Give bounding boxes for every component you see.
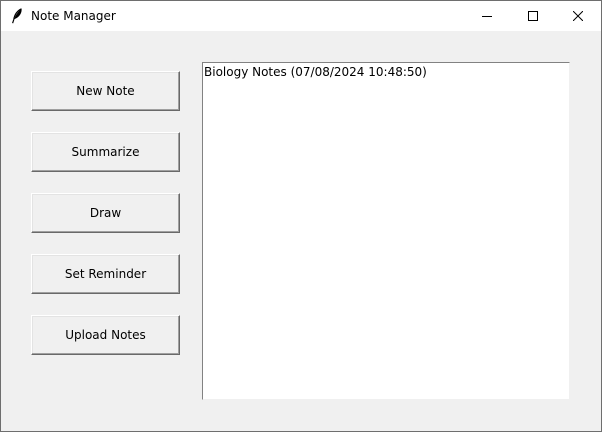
notes-listbox[interactable]: Biology Notes (07/08/2024 10:48:50): [202, 62, 570, 400]
close-button[interactable]: [555, 1, 601, 31]
window-title: Note Manager: [31, 9, 116, 23]
minimize-icon: [482, 11, 492, 21]
app-window: Note Manager New Note Summarize Draw Set…: [0, 0, 602, 432]
feather-icon: [11, 8, 23, 24]
list-item[interactable]: Biology Notes (07/08/2024 10:48:50): [203, 63, 569, 79]
close-icon: [573, 11, 583, 21]
summarize-button[interactable]: Summarize: [31, 132, 180, 172]
upload-notes-button[interactable]: Upload Notes: [31, 315, 180, 355]
draw-button[interactable]: Draw: [31, 193, 180, 233]
new-note-button[interactable]: New Note: [31, 71, 180, 111]
set-reminder-button[interactable]: Set Reminder: [31, 254, 180, 294]
minimize-button[interactable]: [464, 1, 510, 31]
title-bar[interactable]: Note Manager: [1, 1, 601, 31]
maximize-button[interactable]: [510, 1, 556, 31]
maximize-icon: [528, 11, 538, 21]
